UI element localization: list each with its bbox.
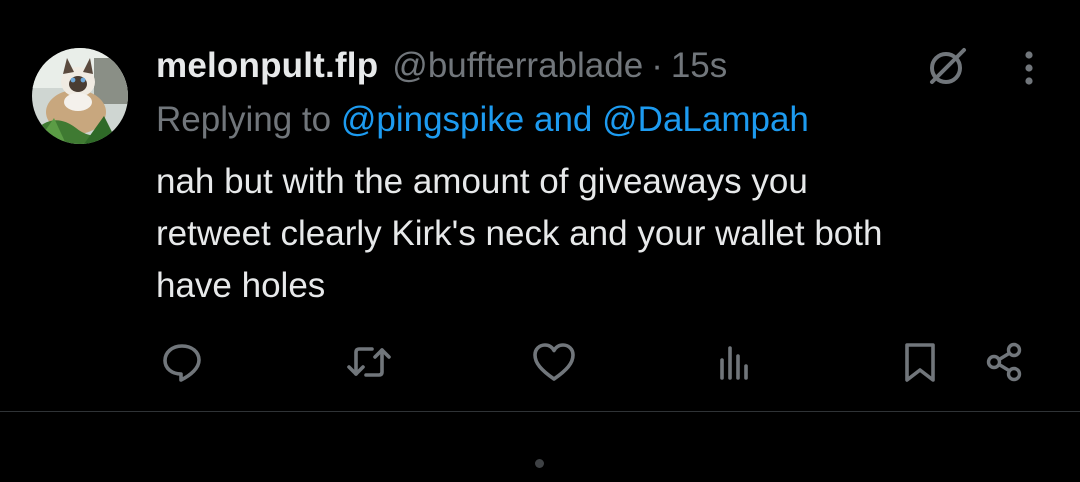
timestamp[interactable]: 15s: [671, 46, 727, 86]
tweet-text-line: nah but with the amount of giveaways you: [156, 162, 808, 201]
avatar[interactable]: [32, 48, 128, 144]
views-button[interactable]: [710, 338, 758, 386]
replying-to-label: Replying to: [156, 100, 332, 139]
tweet-text: nah but with the amount of giveaways you…: [156, 156, 1036, 312]
reply-button[interactable]: [158, 338, 206, 386]
mention-link[interactable]: @pingspike: [341, 100, 524, 140]
bookmark-icon: [905, 343, 935, 382]
mention-conjunction[interactable]: and: [534, 100, 592, 140]
tweet-text-line: have holes: [156, 266, 326, 305]
retweet-button[interactable]: [345, 338, 393, 386]
share-icon: [986, 342, 1022, 382]
cat-avatar-image: [32, 48, 128, 144]
views-icon: [720, 346, 748, 380]
tweet-text-line: retweet clearly Kirk's neck and your wal…: [156, 214, 883, 253]
mention-link[interactable]: @DaLampah: [602, 100, 809, 140]
tweet[interactable]: melonpult.flp @buffterrablade · 15s Repl…: [0, 0, 1080, 412]
separator-dot: ·: [651, 46, 663, 85]
more-vertical-icon[interactable]: [1014, 48, 1044, 88]
retweet-icon: [347, 347, 391, 377]
reply-icon: [163, 344, 201, 382]
like-button[interactable]: [530, 338, 578, 386]
like-icon: [533, 343, 575, 381]
share-button[interactable]: [980, 338, 1028, 386]
tweet-header: melonpult.flp @buffterrablade · 15s: [156, 42, 727, 90]
replying-to: Replying to @pingspike and @DaLampah: [156, 96, 809, 144]
display-name[interactable]: melonpult.flp: [156, 46, 378, 86]
bookmark-button[interactable]: [896, 338, 944, 386]
user-handle[interactable]: @buffterrablade: [392, 46, 643, 86]
grok-icon[interactable]: [926, 44, 970, 88]
page-indicator-dot: [535, 459, 544, 468]
